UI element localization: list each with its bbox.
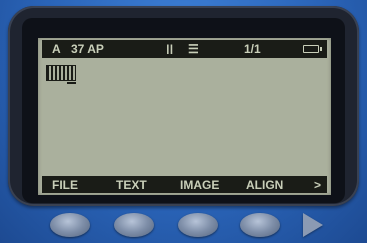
softkey-align[interactable]: ALIGN [246,178,283,192]
softkey-bar: FILE TEXT IMAGE ALIGN > [42,176,327,193]
text-cursor [46,65,76,84]
right-arrow-button-icon[interactable] [303,213,323,237]
softkey-file[interactable]: FILE [52,178,78,192]
align-icon: ☰ [188,42,199,56]
hardware-button-align[interactable] [240,213,280,237]
softkey-text[interactable]: TEXT [116,178,147,192]
justify-icon: ǀǀ [166,42,174,57]
page-indicator: 1/1 [244,42,261,56]
lcd-screen: A 37 AP ǀǀ ☰ 1/1 FILE TEXT IMAGE ALIGN > [38,38,331,195]
softkey-image[interactable]: IMAGE [180,178,219,192]
hardware-button-image[interactable] [178,213,218,237]
softkey-more[interactable]: > [314,178,321,192]
hardware-button-file[interactable] [50,213,90,237]
hardware-button-text[interactable] [114,213,154,237]
font-size-indicator: 37 AP [71,42,104,56]
battery-icon [303,45,322,53]
label-maker-device: A 37 AP ǀǀ ☰ 1/1 FILE TEXT IMAGE ALIGN > [0,0,367,243]
mode-indicator: A [52,42,61,56]
status-bar: A 37 AP ǀǀ ☰ 1/1 [42,40,327,58]
